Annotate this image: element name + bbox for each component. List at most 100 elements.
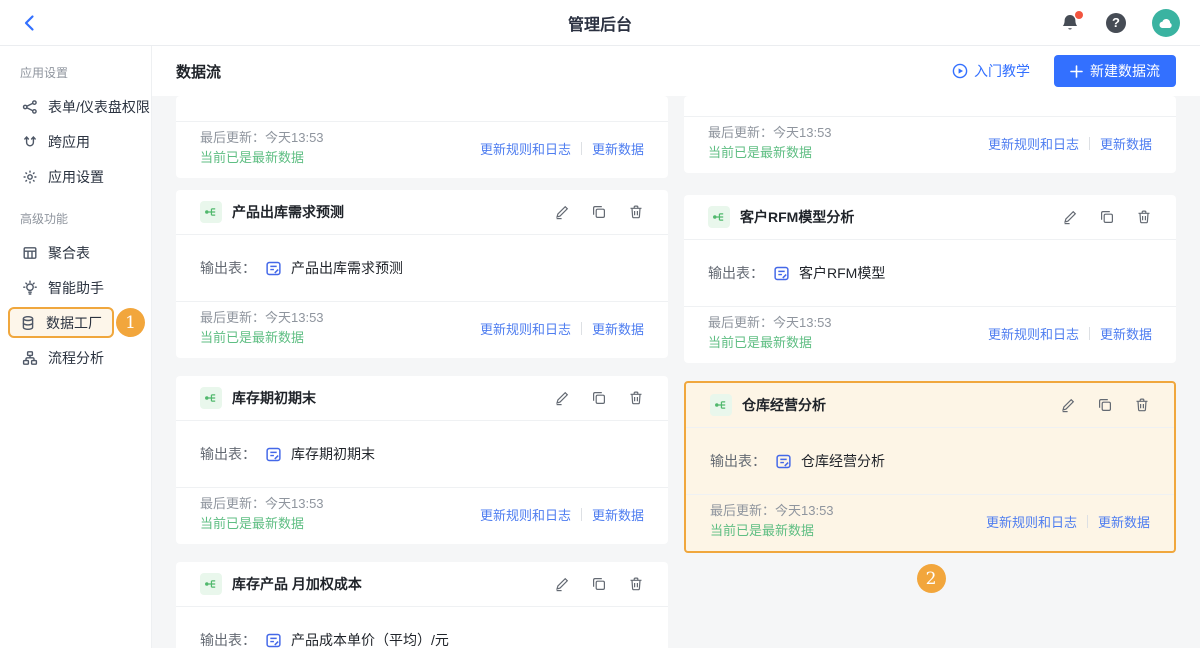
status-text: 当前已是最新数据 (708, 335, 813, 350)
output-table-name: 库存期初期末 (291, 446, 375, 462)
assistant-bulb-icon (22, 280, 38, 296)
card-title: 产品出库需求预测 (232, 204, 344, 220)
new-dataflow-button[interactable]: 新建数据流 (1054, 55, 1176, 87)
status-text: 当前已是最新数据 (200, 150, 305, 165)
edit-icon[interactable] (554, 204, 570, 220)
duplicate-icon[interactable] (591, 576, 607, 592)
update-rules-link[interactable]: 更新规则和日志 (480, 139, 571, 158)
output-table-label: 输出表： (710, 453, 766, 469)
update-data-link[interactable]: 更新数据 (592, 319, 644, 338)
last-update-text: 最后更新：今天13:53 (710, 503, 834, 518)
page-title: 数据流 (176, 63, 222, 81)
plus-icon (1070, 64, 1083, 78)
dataflow-card: 库存产品 月加权成本 输出表： 产品成本单价（平均）/元 (176, 562, 668, 648)
notification-dot (1075, 10, 1083, 19)
sidebar-section-label: 高级功能 (20, 212, 69, 226)
update-rules-link[interactable]: 更新规则和日志 (988, 324, 1079, 343)
last-update-text: 最后更新：今天13:53 (200, 310, 324, 325)
database-icon (20, 315, 36, 331)
active-item-highlight: 数据工厂 (8, 307, 114, 338)
card-title: 仓库经营分析 (742, 397, 826, 413)
app-title: 管理后台 (567, 16, 632, 34)
sidebar-item-form-dashboard-permissions[interactable]: 表单/仪表盘权限 (0, 89, 151, 124)
link-separator (580, 141, 582, 155)
duplicate-icon[interactable] (591, 390, 607, 406)
card-title: 库存期初期末 (232, 390, 316, 406)
annotation-badge-2: 2 (916, 564, 946, 593)
output-table-label: 输出表： (708, 265, 764, 281)
avatar[interactable] (1152, 8, 1180, 37)
update-rules-link[interactable]: 更新规则和日志 (988, 134, 1079, 153)
edit-icon[interactable] (554, 576, 570, 592)
help-icon[interactable]: ? (1106, 12, 1126, 33)
delete-icon[interactable] (628, 390, 644, 406)
output-table-name: 产品成本单价（平均）/元 (291, 632, 449, 648)
output-table-name: 仓库经营分析 (801, 453, 885, 469)
sidebar-item-label: 数据工厂 (46, 314, 102, 331)
last-update-text: 最后更新：今天13:53 (708, 315, 832, 330)
dataflow-card: 库存期初期末 输出表： 库存期初期末 最后更新：今天13:53 当前已是最新数据… (176, 376, 668, 544)
delete-icon[interactable] (1136, 209, 1152, 225)
notifications-bell-icon[interactable] (1060, 10, 1083, 33)
dataflow-icon (200, 573, 222, 595)
delete-icon[interactable] (1134, 397, 1150, 413)
duplicate-icon[interactable] (1099, 209, 1115, 225)
delete-icon[interactable] (628, 576, 644, 592)
update-rules-link[interactable]: 更新规则和日志 (480, 505, 571, 524)
output-table-name: 产品出库需求预测 (291, 260, 403, 276)
delete-icon[interactable] (628, 204, 644, 220)
sidebar-item-label: 应用设置 (48, 168, 104, 185)
sidebar-item-smart-assistant[interactable]: 智能助手 (0, 270, 151, 305)
status-text: 当前已是最新数据 (710, 523, 815, 538)
update-data-link[interactable]: 更新数据 (592, 139, 644, 158)
dataflow-card: 客户RFM模型分析 输出表： 客户RFM模型 最后更新：今天13:53 当前已是… (684, 195, 1176, 363)
output-table-label: 输出表： (200, 260, 256, 276)
output-table-label: 输出表： (200, 446, 256, 462)
sidebar-item-label: 智能助手 (48, 279, 104, 296)
output-table-icon (265, 446, 282, 463)
output-table-icon (265, 260, 282, 277)
sidebar-item-data-factory[interactable]: 数据工厂 1 (0, 305, 151, 340)
update-data-link[interactable]: 更新数据 (1100, 134, 1152, 153)
sidebar-item-aggregate-table[interactable]: 聚合表 (0, 235, 151, 270)
u-arrows-icon (22, 134, 38, 150)
sidebar-item-label: 流程分析 (48, 349, 104, 366)
update-rules-link[interactable]: 更新规则和日志 (480, 319, 571, 338)
dataflow-card-grid: 最后更新：今天13:53 当前已是最新数据 更新规则和日志 更新数据 产品出库需… (152, 96, 1200, 648)
dataflow-icon (708, 206, 730, 228)
play-circle-icon (952, 63, 968, 79)
sidebar-item-app-settings[interactable]: 应用设置 (0, 159, 151, 194)
sidebar: 应用设置 表单/仪表盘权限 跨应用 应用设置 高级功能 聚合表 智能助手 数据工… (0, 46, 152, 648)
update-rules-link[interactable]: 更新规则和日志 (986, 512, 1077, 531)
update-data-link[interactable]: 更新数据 (592, 505, 644, 524)
edit-icon[interactable] (1062, 209, 1078, 225)
duplicate-icon[interactable] (1097, 397, 1113, 413)
link-separator (1088, 136, 1090, 150)
annotation-badge-1: 1 (116, 308, 145, 337)
output-table-label: 输出表： (200, 632, 256, 648)
card-title: 库存产品 月加权成本 (232, 576, 362, 592)
output-table-icon (775, 453, 792, 470)
dataflow-card-highlighted: 仓库经营分析 输出表： 仓库经营分析 最后更新：今天13:53 当前已是最新数据… (684, 381, 1176, 553)
dataflow-icon (200, 201, 222, 223)
link-separator (1086, 514, 1088, 528)
sidebar-item-label: 跨应用 (48, 133, 90, 150)
tutorial-link[interactable]: 入门教学 (952, 61, 1030, 81)
output-table-icon (265, 632, 282, 648)
edit-icon[interactable] (554, 390, 570, 406)
link-separator (1088, 326, 1090, 340)
edit-icon[interactable] (1060, 397, 1076, 413)
card-title: 客户RFM模型分析 (740, 209, 855, 225)
sidebar-item-label: 聚合表 (48, 244, 90, 261)
sidebar-item-process-analysis[interactable]: 流程分析 (0, 340, 151, 375)
output-table-name: 客户RFM模型 (799, 265, 886, 281)
sidebar-item-cross-app[interactable]: 跨应用 (0, 124, 151, 159)
topbar: 管理后台 ? (0, 0, 1200, 46)
update-data-link[interactable]: 更新数据 (1100, 324, 1152, 343)
link-separator (580, 321, 582, 335)
back-icon[interactable] (20, 11, 44, 35)
flow-chart-icon (22, 350, 38, 366)
status-text: 当前已是最新数据 (200, 330, 305, 345)
update-data-link[interactable]: 更新数据 (1098, 512, 1150, 531)
duplicate-icon[interactable] (591, 204, 607, 220)
